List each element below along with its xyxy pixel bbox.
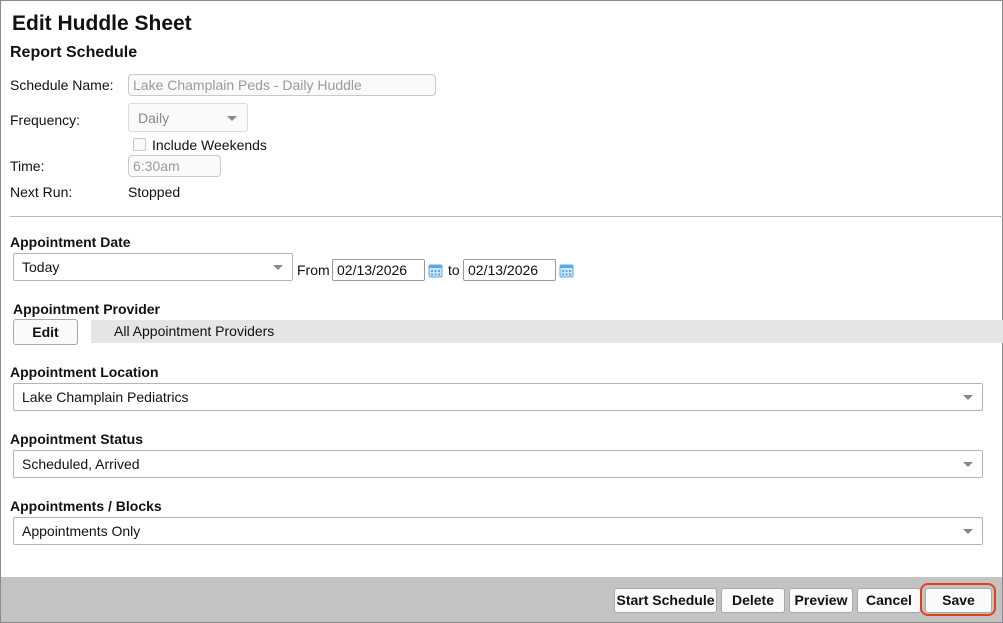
appointment-date-range-select[interactable]: Today	[13, 253, 293, 281]
time-label: Time:	[10, 158, 45, 174]
cancel-button[interactable]: Cancel	[857, 588, 921, 613]
chevron-down-icon	[963, 529, 973, 534]
frequency-select[interactable]: Daily	[128, 103, 248, 132]
time-field[interactable]: 6:30am	[128, 155, 221, 177]
appointment-location-label: Appointment Location	[10, 364, 159, 380]
from-date-input[interactable]: 02/13/2026	[332, 259, 425, 281]
edit-huddle-sheet-window: Edit Huddle Sheet Report Schedule Schedu…	[0, 0, 1003, 623]
start-schedule-button[interactable]: Start Schedule	[614, 588, 717, 613]
appointment-status-select[interactable]: Scheduled, Arrived	[13, 450, 983, 478]
from-label: From	[297, 262, 330, 278]
appointment-status-value: Scheduled, Arrived	[22, 456, 140, 472]
schedule-name-label: Schedule Name:	[10, 77, 114, 93]
appointment-date-label: Appointment Date	[10, 234, 131, 250]
appointment-location-select[interactable]: Lake Champlain Pediatrics	[13, 383, 983, 411]
frequency-value: Daily	[138, 110, 170, 126]
edit-providers-button[interactable]: Edit	[13, 319, 78, 345]
preview-button[interactable]: Preview	[789, 588, 853, 613]
include-weekends-label: Include Weekends	[152, 137, 267, 153]
page-title: Edit Huddle Sheet	[12, 12, 192, 35]
chevron-down-icon	[273, 265, 283, 270]
appointments-blocks-select[interactable]: Appointments Only	[13, 517, 983, 545]
appointment-location-value: Lake Champlain Pediatrics	[22, 389, 189, 405]
appointment-date-range-value: Today	[22, 259, 60, 275]
calendar-icon[interactable]	[428, 263, 443, 278]
frequency-label: Frequency:	[10, 112, 81, 128]
calendar-icon[interactable]	[559, 263, 574, 278]
chevron-down-icon	[963, 395, 973, 400]
appointment-provider-value: All Appointment Providers	[114, 323, 275, 339]
include-weekends-checkbox[interactable]	[133, 138, 146, 151]
next-run-label: Next Run:	[10, 184, 73, 200]
delete-button[interactable]: Delete	[721, 588, 785, 613]
to-date-input[interactable]: 02/13/2026	[463, 259, 556, 281]
appointment-status-label: Appointment Status	[10, 431, 143, 447]
divider	[10, 216, 1003, 217]
appointment-provider-label: Appointment Provider	[13, 301, 161, 317]
schedule-name-field[interactable]: Lake Champlain Peds - Daily Huddle	[128, 74, 436, 96]
to-label: to	[448, 262, 460, 278]
appointment-provider-bar: All Appointment Providers	[91, 320, 1003, 343]
next-run-value: Stopped	[128, 184, 181, 200]
appointments-blocks-value: Appointments Only	[22, 523, 141, 539]
chevron-down-icon	[963, 462, 973, 467]
appointments-blocks-label: Appointments / Blocks	[10, 498, 162, 514]
save-highlight-ring	[920, 583, 996, 616]
chevron-down-icon	[227, 116, 237, 121]
section-title-report-schedule: Report Schedule	[10, 44, 138, 61]
